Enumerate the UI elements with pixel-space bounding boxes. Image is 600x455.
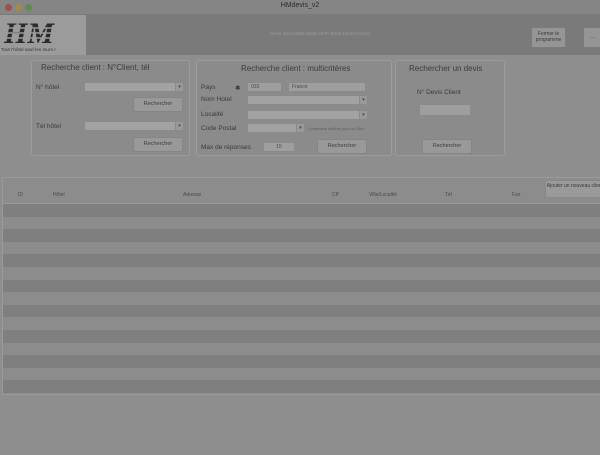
- hm-logo-icon: HM: [2, 17, 84, 46]
- required-star-icon: ✱: [235, 85, 241, 92]
- country-code-field[interactable]: 033: [247, 82, 282, 92]
- col-header-city[interactable]: Ville/Localité: [369, 192, 397, 198]
- add-client-button[interactable]: Ajouter un nouveau client: [545, 180, 600, 198]
- chevron-down-icon[interactable]: ▾: [175, 122, 183, 130]
- table-row[interactable]: [3, 241, 600, 255]
- hotel-no-label: N° hôtel: [36, 84, 60, 91]
- postal-combo[interactable]: ▾: [247, 123, 305, 133]
- quote-no-label: N° Devis Client: [417, 89, 461, 96]
- table-row[interactable]: [3, 330, 600, 343]
- multi-search-group: Recherche client : multicritères Pays ✱ …: [196, 60, 392, 156]
- hotel-name-combo[interactable]: ▾: [247, 95, 368, 105]
- search-phone-button[interactable]: Rechercher: [133, 137, 183, 152]
- table-row[interactable]: [3, 355, 600, 368]
- table-row[interactable]: [3, 342, 600, 356]
- quote-search-title: Rechercher un devis: [409, 64, 483, 73]
- quote-search-group: Rechercher un devis N° Devis Client Rech…: [395, 60, 505, 156]
- col-header-fax[interactable]: Fax: [512, 192, 520, 198]
- table-row[interactable]: [3, 216, 600, 230]
- max-results-label: Max de réponses: [201, 144, 251, 151]
- search-hotel-no-button[interactable]: Rechercher: [133, 97, 183, 112]
- postal-note: 2 premiers chiffres pour un Dpt !: [308, 126, 366, 131]
- phone-combo[interactable]: ▾: [84, 121, 184, 131]
- max-results-value: 15: [276, 144, 282, 150]
- country-code-value: 033: [251, 84, 260, 90]
- country-label: Pays: [201, 84, 216, 91]
- col-header-phone[interactable]: Tél: [445, 192, 452, 198]
- table-row[interactable]: [3, 279, 600, 293]
- table-row[interactable]: [3, 317, 600, 330]
- hotel-no-combo[interactable]: ▾: [84, 82, 184, 92]
- phone-label: Tél hôtel: [36, 123, 61, 130]
- session-id: Devis-10AC2E09-8D45-4B7F-B345-1D46710118…: [270, 31, 371, 36]
- col-header-id[interactable]: ID: [18, 192, 23, 198]
- postal-label: Code Postal: [201, 125, 237, 132]
- quit-button[interactable]: Fermer le programme: [531, 27, 566, 48]
- quote-no-field[interactable]: [419, 104, 471, 116]
- app-header: HM Tout l'hôtel sauf les murs ! Devis-10…: [0, 15, 600, 55]
- window-titlebar: HMdevis_v2: [0, 0, 600, 15]
- multi-search-button[interactable]: Rechercher: [317, 139, 367, 154]
- logo-tagline: Tout l'hôtel sauf les murs !: [1, 47, 56, 52]
- table-row[interactable]: [3, 304, 600, 318]
- country-name-value: France: [292, 84, 308, 90]
- results-table[interactable]: ID Hôtel Adresse CP Ville/Localité Tél F…: [2, 177, 600, 395]
- table-row[interactable]: [3, 204, 600, 217]
- table-row[interactable]: [3, 380, 600, 393]
- client-search-title: Recherche client : N°Client, tél: [41, 63, 150, 72]
- table-row[interactable]: [3, 292, 600, 305]
- col-header-hotel[interactable]: Hôtel: [53, 192, 65, 198]
- chevron-down-icon[interactable]: ▾: [296, 124, 304, 132]
- max-results-field[interactable]: 15: [263, 142, 295, 152]
- quote-search-button[interactable]: Rechercher: [422, 139, 472, 154]
- table-row[interactable]: [3, 254, 600, 267]
- chevron-down-icon[interactable]: ▾: [359, 96, 367, 104]
- hotel-name-label: Nom Hotel: [201, 96, 232, 103]
- table-row[interactable]: [3, 267, 600, 280]
- country-name-field[interactable]: France: [288, 82, 366, 92]
- client-search-group: Recherche client : N°Client, tél N° hôte…: [31, 60, 190, 156]
- chevron-down-icon[interactable]: ▾: [359, 111, 367, 119]
- table-row[interactable]: [3, 367, 600, 381]
- window-title: HMdevis_v2: [280, 2, 320, 9]
- chevron-down-icon[interactable]: ▾: [175, 83, 183, 91]
- table-row[interactable]: [3, 229, 600, 242]
- logo-text: HM: [3, 17, 55, 46]
- city-label: Localité: [201, 111, 224, 118]
- logo: HM Tout l'hôtel sauf les murs !: [0, 15, 86, 55]
- col-header-address[interactable]: Adresse: [183, 192, 201, 198]
- multi-search-title: Recherche client : multicritères: [241, 64, 351, 73]
- extra-button[interactable]: ...: [583, 27, 600, 48]
- col-header-postal[interactable]: CP: [332, 192, 339, 198]
- city-combo[interactable]: ▾: [247, 110, 368, 120]
